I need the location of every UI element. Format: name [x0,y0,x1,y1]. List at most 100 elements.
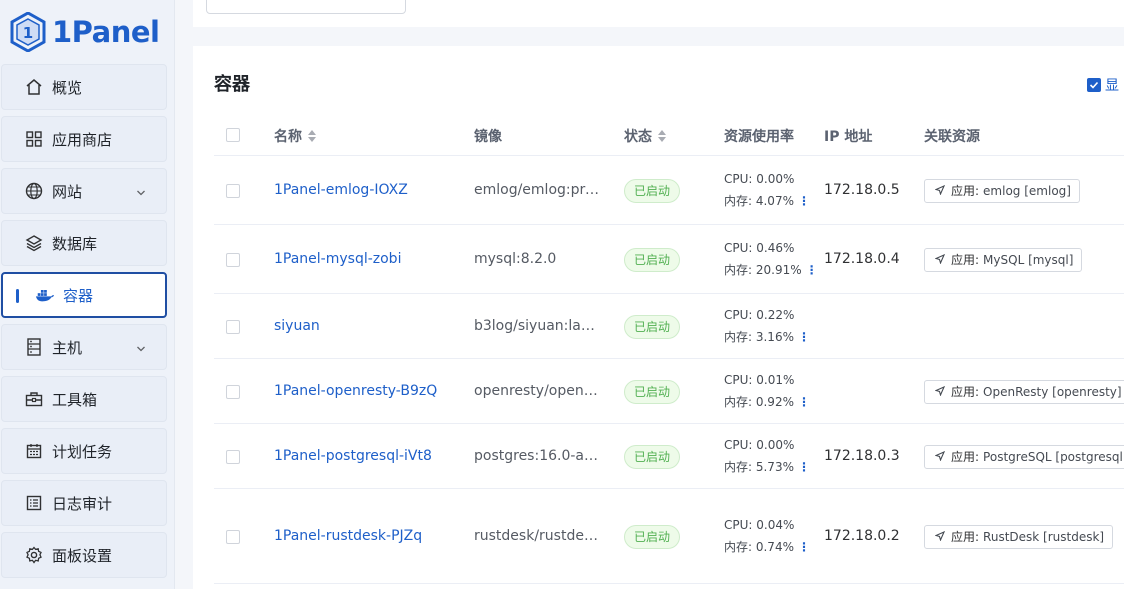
sidebar-item-5[interactable]: 主机 [1,324,167,370]
container-name-link[interactable]: siyuan [274,318,320,334]
sort-icon [308,130,316,142]
row-checkbox[interactable] [226,529,240,544]
memory-usage: 内存: 5.73% [724,459,794,474]
more-vertical-icon[interactable]: ⋮ [798,330,810,344]
resource-usage: CPU: 0.00% 内存: 4.07% ⋮ [724,168,810,212]
filter-select[interactable] [206,0,406,14]
status-badge: 已启动 [624,314,681,339]
show-toggle-checkbox[interactable]: 显 [1087,75,1119,95]
column-status-header[interactable]: 状态 [624,126,666,146]
send-icon [934,385,946,399]
send-icon [934,530,946,544]
log-icon [24,493,44,513]
linked-app-prefix: 应用: [951,184,980,198]
sidebar-item-3[interactable]: 数据库 [1,220,167,266]
sidebar-item-label: 网站 [52,182,83,201]
sidebar-item-2[interactable]: 网站 [1,168,167,214]
row-checkbox[interactable] [226,384,240,399]
linked-app-name: RustDesk [rustdesk] [983,529,1105,544]
column-ip-header: IP 地址 [824,129,873,145]
table-row[interactable]: 1Panel-mysql-zobi mysql:8.2.0 已启动 CPU: 0.46… [214,225,1124,294]
ip-address: 172.18.0.2 [824,527,900,544]
row-checkbox[interactable] [226,319,240,334]
resource-usage: CPU: 0.04% 内存: 0.74% ⋮ [724,514,810,558]
more-vertical-icon[interactable]: ⋮ [798,460,810,474]
table-header: 名称 镜像 状态 资源使用率 IP 地址 关联资源 [214,116,1124,156]
send-icon [934,184,946,198]
more-vertical-icon[interactable]: ⋮ [806,263,818,277]
home-icon [24,77,44,97]
row-checkbox[interactable] [226,449,240,464]
container-name-link[interactable]: 1Panel-rustdesk-PJZq [274,528,422,544]
logo-hexagon-icon: 1 [10,12,46,52]
container-name-link[interactable]: 1Panel-postgresql-iVt8 [274,448,432,464]
status-badge: 已启动 [624,247,681,272]
svg-text:1: 1 [23,24,33,42]
select-all-checkbox[interactable] [226,128,240,142]
container-name-link[interactable]: 1Panel-mysql-zobi [274,251,401,267]
column-name-header[interactable]: 名称 [274,126,316,146]
sidebar-item-9[interactable]: 面板设置 [1,532,167,578]
layers-icon [24,233,44,253]
memory-usage: 内存: 0.74% [724,539,794,554]
logo[interactable]: 1 1Panel [10,10,160,54]
container-name-link[interactable]: 1Panel-openresty-B9zQ [274,383,437,399]
more-vertical-icon[interactable]: ⋮ [798,194,810,208]
container-image: b3log/siyuan:latest [474,317,600,334]
checkbox-checked-icon [1087,78,1101,92]
container-image: openresty/openre... [474,382,600,399]
linked-app-button[interactable]: 应用: PostgreSQL [postgresql] [924,444,1124,469]
container-image: postgres:16.0-alp... [474,447,600,464]
status-badge: 已启动 [624,379,681,404]
linked-app-button[interactable]: 应用: MySQL [mysql] [924,247,1083,272]
linked-app-name: MySQL [mysql] [983,252,1074,267]
sidebar-item-1[interactable]: 应用商店 [1,116,167,162]
linked-app-prefix: 应用: [951,450,980,464]
more-vertical-icon[interactable]: ⋮ [798,395,810,409]
ip-address: 172.18.0.4 [824,250,900,267]
column-image-header: 镜像 [474,129,502,145]
sidebar-item-4[interactable]: 容器 [1,272,167,318]
table-row[interactable]: siyuan b3log/siyuan:latest 已启动 CPU: 0.22% 内存… [214,294,1124,359]
table-row[interactable]: 1Panel-emlog-IOXZ emlog/emlog:pro-... 已启动 C… [214,156,1124,225]
table-row[interactable]: 1Panel-postgresql-iVt8 postgres:16.0-alp.… [214,424,1124,489]
memory-usage: 内存: 0.92% [724,394,794,409]
resource-usage: CPU: 0.00% 内存: 5.73% ⋮ [724,434,810,478]
linked-app-button[interactable]: 应用: OpenResty [openresty] [924,379,1124,404]
sidebar-item-label: 计划任务 [52,442,113,461]
toolbox-icon [24,389,44,409]
logo-text: 1Panel [52,15,160,49]
docker-icon [35,285,55,305]
sidebar-item-label: 主机 [52,338,83,357]
apps-grid-icon [24,129,44,149]
resource-usage: CPU: 0.01% 内存: 0.92% ⋮ [724,369,810,413]
cpu-usage: CPU: 0.00% [724,437,795,452]
linked-app-name: OpenResty [openresty] [983,384,1122,399]
column-resource-header: 资源使用率 [724,129,794,145]
linked-app-button[interactable]: 应用: emlog [emlog] [924,178,1080,203]
row-checkbox[interactable] [226,183,240,198]
memory-usage: 内存: 4.07% [724,193,794,208]
table-row[interactable]: 1Panel-openresty-B9zQ openresty/openre...… [214,359,1124,424]
table-row[interactable]: 1Panel-rustdesk-PJZq rustdesk/rustdesk...… [214,489,1124,584]
sidebar-item-0[interactable]: 概览 [1,64,167,110]
container-card: 容器 显 名称 镜像 状态 资源使用率 IP 地址 关联资源 1Panel-em… [193,46,1124,589]
linked-app-button[interactable]: 应用: RustDesk [rustdesk] [924,524,1114,549]
resource-usage: CPU: 0.46% 内存: 20.91% ⋮ [724,237,818,281]
row-checkbox[interactable] [226,252,240,267]
cpu-usage: CPU: 0.46% [724,240,795,255]
sidebar-item-label: 概览 [52,78,83,97]
show-toggle-label: 显 [1105,78,1119,94]
cpu-usage: CPU: 0.01% [724,372,795,387]
sidebar-item-8[interactable]: 日志审计 [1,480,167,526]
more-vertical-icon[interactable]: ⋮ [798,540,810,554]
sidebar-item-6[interactable]: 工具箱 [1,376,167,422]
status-badge: 已启动 [624,444,681,469]
memory-usage: 内存: 3.16% [724,329,794,344]
status-badge: 已启动 [624,178,681,203]
active-indicator [16,289,19,303]
sidebar-item-7[interactable]: 计划任务 [1,428,167,474]
container-name-link[interactable]: 1Panel-emlog-IOXZ [274,182,408,198]
sidebar-item-label: 容器 [63,286,94,305]
chevron-down-icon [136,184,146,202]
